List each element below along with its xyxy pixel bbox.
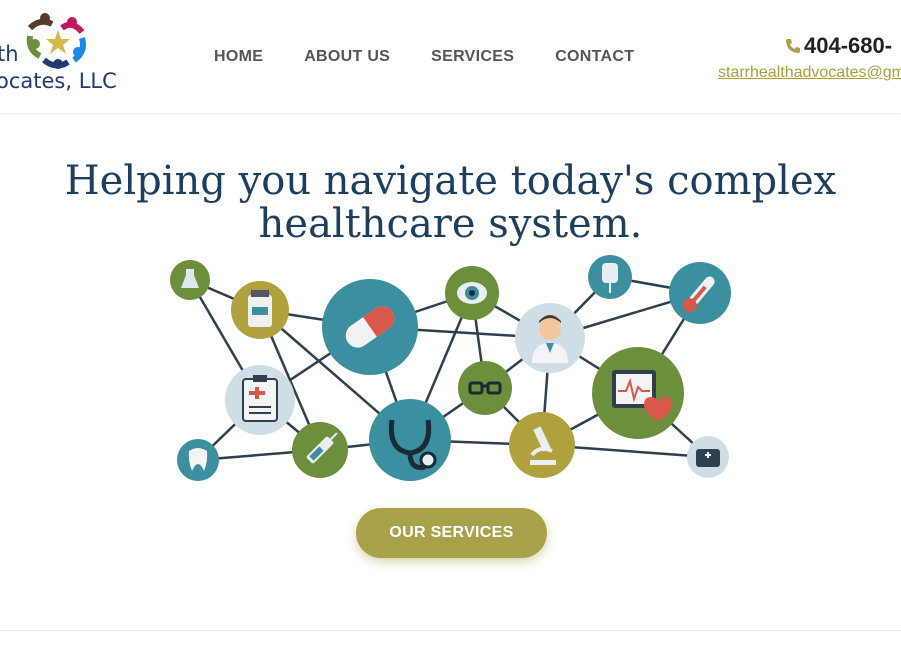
logo-line-1: th <box>0 42 19 66</box>
tooth-icon <box>177 439 219 481</box>
stethoscope-icon <box>369 399 451 481</box>
email-link[interactable]: starrhealthadvocates@gm <box>718 64 901 82</box>
phone-link[interactable]: 404-680- <box>785 33 892 59</box>
syringe-icon <box>292 422 348 478</box>
nav-services[interactable]: SERVICES <box>431 48 514 66</box>
logo-line-2: ocates, LLC <box>0 69 117 93</box>
eye-icon <box>445 266 499 320</box>
contact-info: 404-680- starrhealthadvocates@gm <box>718 33 901 81</box>
nav-home[interactable]: HOME <box>214 48 263 66</box>
main-nav: HOME ABOUT US SERVICES CONTACT <box>214 48 675 66</box>
healthcare-network-illustration <box>170 255 731 481</box>
phone-number: 404-680- <box>804 33 893 58</box>
iv-bag-icon <box>588 255 632 299</box>
site-header: th ocates, LLC HOME ABOUT US SERVICES CO… <box>0 0 901 114</box>
medicine-bottle-icon <box>231 281 289 339</box>
heart-monitor-icon <box>592 347 684 439</box>
section-divider <box>0 630 901 631</box>
microscope-icon <box>509 412 575 478</box>
hero-title: Helping you navigate today's complex hea… <box>64 158 837 247</box>
glasses-icon <box>458 361 512 415</box>
phone-icon <box>786 39 800 53</box>
nav-contact[interactable]: CONTACT <box>555 48 634 66</box>
first-aid-kit-icon <box>687 436 729 478</box>
thermometer-icon <box>669 262 731 324</box>
clipboard-icon <box>225 365 295 435</box>
flask-icon <box>170 260 210 300</box>
doctor-icon <box>515 303 585 373</box>
pill-icon <box>322 279 418 375</box>
nav-about-us[interactable]: ABOUT US <box>304 48 390 66</box>
our-services-button[interactable]: OUR SERVICES <box>356 508 547 558</box>
